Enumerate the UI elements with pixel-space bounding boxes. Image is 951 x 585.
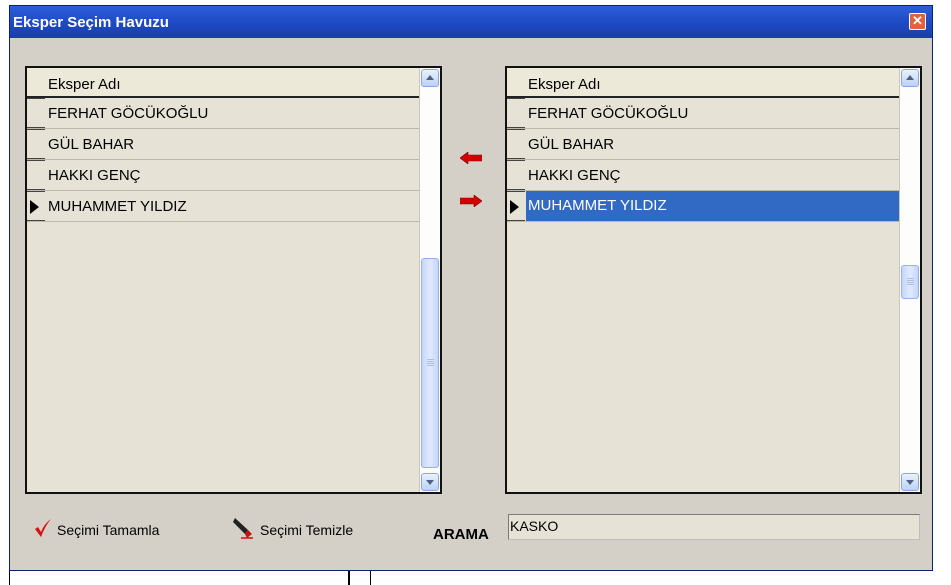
left-grid-header[interactable]: Eksper Adı: [27, 68, 419, 98]
left-expert-grid[interactable]: Eksper Adı FERHAT GÖCÜKOĞLU GÜL BAHAR HA…: [25, 66, 442, 494]
close-icon[interactable]: ✕: [909, 13, 926, 30]
row-indicator: [27, 160, 45, 190]
scroll-down-button[interactable]: [901, 473, 919, 491]
expert-name: GÜL BAHAR: [528, 136, 615, 153]
table-row[interactable]: HAKKI GENÇ: [27, 160, 419, 191]
frame-line: [9, 571, 10, 585]
table-row[interactable]: FERHAT GÖCÜKOĞLU: [507, 98, 899, 129]
scroll-up-button[interactable]: [421, 69, 439, 87]
expert-name: MUHAMMET YILDIZ: [526, 191, 899, 221]
row-indicator: [507, 129, 525, 159]
expert-name: FERHAT GÖCÜKOĞLU: [48, 105, 209, 122]
expert-name: MUHAMMET YILDIZ: [48, 198, 187, 215]
clear-selection-button[interactable]: Seçimi Temizle: [260, 522, 353, 538]
expert-name: GÜL BAHAR: [48, 136, 135, 153]
right-grid-header[interactable]: Eksper Adı: [507, 68, 899, 98]
table-row[interactable]: FERHAT GÖCÜKOĞLU: [27, 98, 419, 129]
checkmark-icon[interactable]: [34, 518, 52, 538]
right-grid-scrollbar[interactable]: [899, 68, 920, 492]
row-indicator: [507, 98, 525, 128]
row-indicator: [27, 129, 45, 159]
expert-name: HAKKI GENÇ: [48, 167, 141, 184]
frame-line: [370, 571, 371, 585]
left-grid-scrollbar[interactable]: [419, 68, 440, 492]
row-pointer-icon: [30, 200, 39, 214]
row-pointer-icon: [510, 200, 519, 214]
expert-name: HAKKI GENÇ: [528, 167, 621, 184]
complete-selection-button[interactable]: Seçimi Tamamla: [57, 522, 159, 538]
title-bar[interactable]: Eksper Seçim Havuzu ✕: [10, 6, 932, 38]
search-label: ARAMA: [433, 526, 489, 543]
scroll-thumb[interactable]: [901, 265, 919, 299]
expert-name: FERHAT GÖCÜKOĞLU: [528, 105, 689, 122]
table-row[interactable]: GÜL BAHAR: [27, 129, 419, 160]
scroll-thumb[interactable]: [421, 258, 439, 468]
table-row[interactable]: GÜL BAHAR: [507, 129, 899, 160]
scroll-up-button[interactable]: [901, 69, 919, 87]
table-row-current[interactable]: MUHAMMET YILDIZ: [27, 191, 419, 222]
row-indicator: [507, 160, 525, 190]
arrow-right-icon[interactable]: [460, 195, 482, 207]
arrow-left-icon[interactable]: [460, 152, 482, 164]
table-row-selected[interactable]: MUHAMMET YILDIZ: [507, 191, 899, 222]
table-row[interactable]: HAKKI GENÇ: [507, 160, 899, 191]
window-title: Eksper Seçim Havuzu: [13, 14, 169, 31]
frame-line: [348, 571, 350, 585]
search-input[interactable]: KASKO: [508, 514, 920, 540]
scroll-down-button[interactable]: [421, 473, 439, 491]
eraser-icon[interactable]: [233, 516, 255, 540]
right-expert-grid[interactable]: Eksper Adı FERHAT GÖCÜKOĞLU GÜL BAHAR HA…: [505, 66, 922, 494]
row-indicator: [27, 98, 45, 128]
